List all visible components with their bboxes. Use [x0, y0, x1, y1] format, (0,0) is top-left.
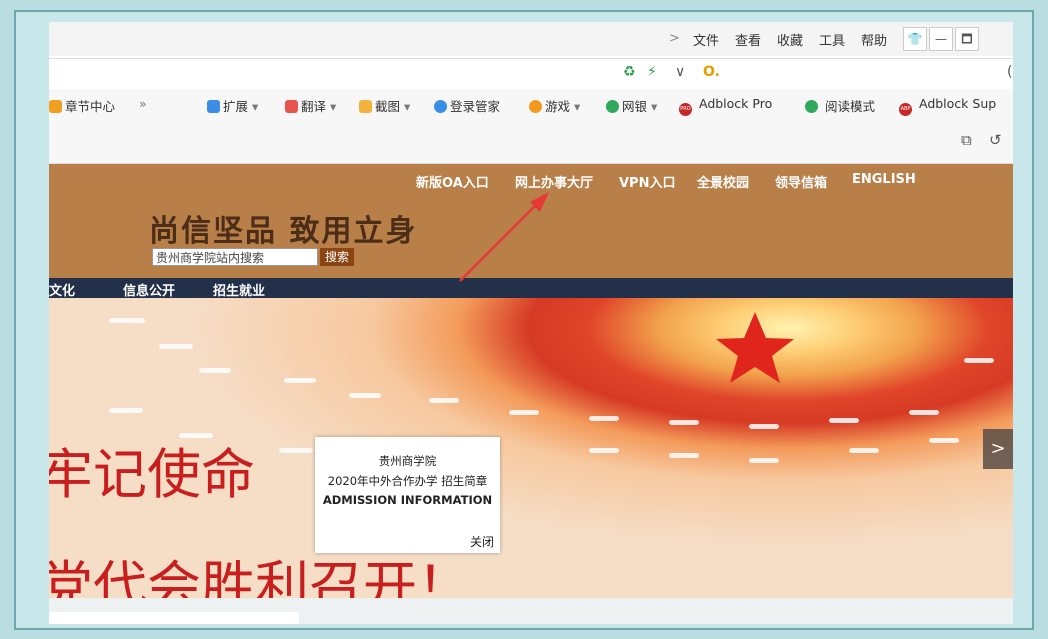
annotation-arrow: [459, 192, 549, 282]
browser-window: > 文件 查看 收藏 工具 帮助 👕 — 🗖 ♻ ⚡ ∨ O. ( 章节中心 »…: [49, 22, 1013, 624]
page-footer: [49, 598, 1013, 624]
footer-strip: [49, 612, 299, 624]
arrow-shaft: [459, 201, 540, 282]
